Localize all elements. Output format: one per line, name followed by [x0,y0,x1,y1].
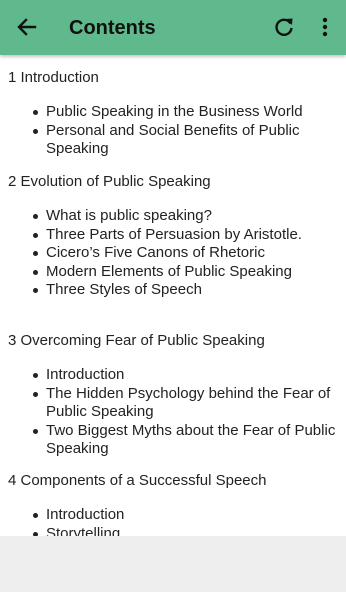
chapter-title[interactable]: 1 Introduction [8,69,343,87]
list-item[interactable]: Introduction [8,366,343,385]
list-item[interactable]: Three Parts of Persuasion by Aristotle. [8,226,343,245]
list-item[interactable]: What is public speaking? [8,207,343,226]
page-title: Contents [69,17,156,39]
chapter-3: 3 Overcoming Fear of Public Speaking Int… [8,332,343,459]
list-item[interactable]: Two Biggest Myths about the Fear of Publ… [8,422,343,459]
refresh-button[interactable] [272,15,296,39]
chapter-1: 1 Introduction Public Speaking in the Bu… [8,69,343,159]
list-item[interactable]: Public Speaking in the Business World [8,103,343,122]
chapter-title[interactable]: 3 Overcoming Fear of Public Speaking [8,332,343,350]
app-bar: Contents [0,0,346,55]
list-item[interactable]: Cicero’s Five Canons of Rhetoric [8,244,343,263]
topic-list: Public Speaking in the Business World Pe… [8,103,343,159]
topic-list: Introduction Storytelling [8,506,343,536]
chapter-4: 4 Components of a Successful Speech Intr… [8,472,343,536]
contents-list[interactable]: 1 Introduction Public Speaking in the Bu… [0,55,346,536]
list-item[interactable]: Introduction [8,506,343,525]
list-item[interactable]: Three Styles of Speech [8,281,343,300]
chapter-title[interactable]: 4 Components of a Successful Speech [8,472,343,490]
back-button[interactable] [14,14,40,40]
list-item[interactable]: Personal and Social Benefits of Public S… [8,122,343,159]
overflow-menu-button[interactable] [318,15,332,39]
list-item[interactable]: Modern Elements of Public Speaking [8,263,343,282]
topic-list: Introduction The Hidden Psychology behin… [8,366,343,459]
chapter-2: 2 Evolution of Public Speaking What is p… [8,173,343,300]
list-item[interactable]: The Hidden Psychology behind the Fear of… [8,385,343,422]
bottom-area [0,536,346,592]
chapter-title[interactable]: 2 Evolution of Public Speaking [8,173,343,191]
topic-list: What is public speaking? Three Parts of … [8,207,343,300]
list-item[interactable]: Storytelling [8,525,343,536]
refresh-icon [275,18,293,36]
arrow-left-icon [17,18,37,36]
more-vertical-icon [322,17,328,37]
